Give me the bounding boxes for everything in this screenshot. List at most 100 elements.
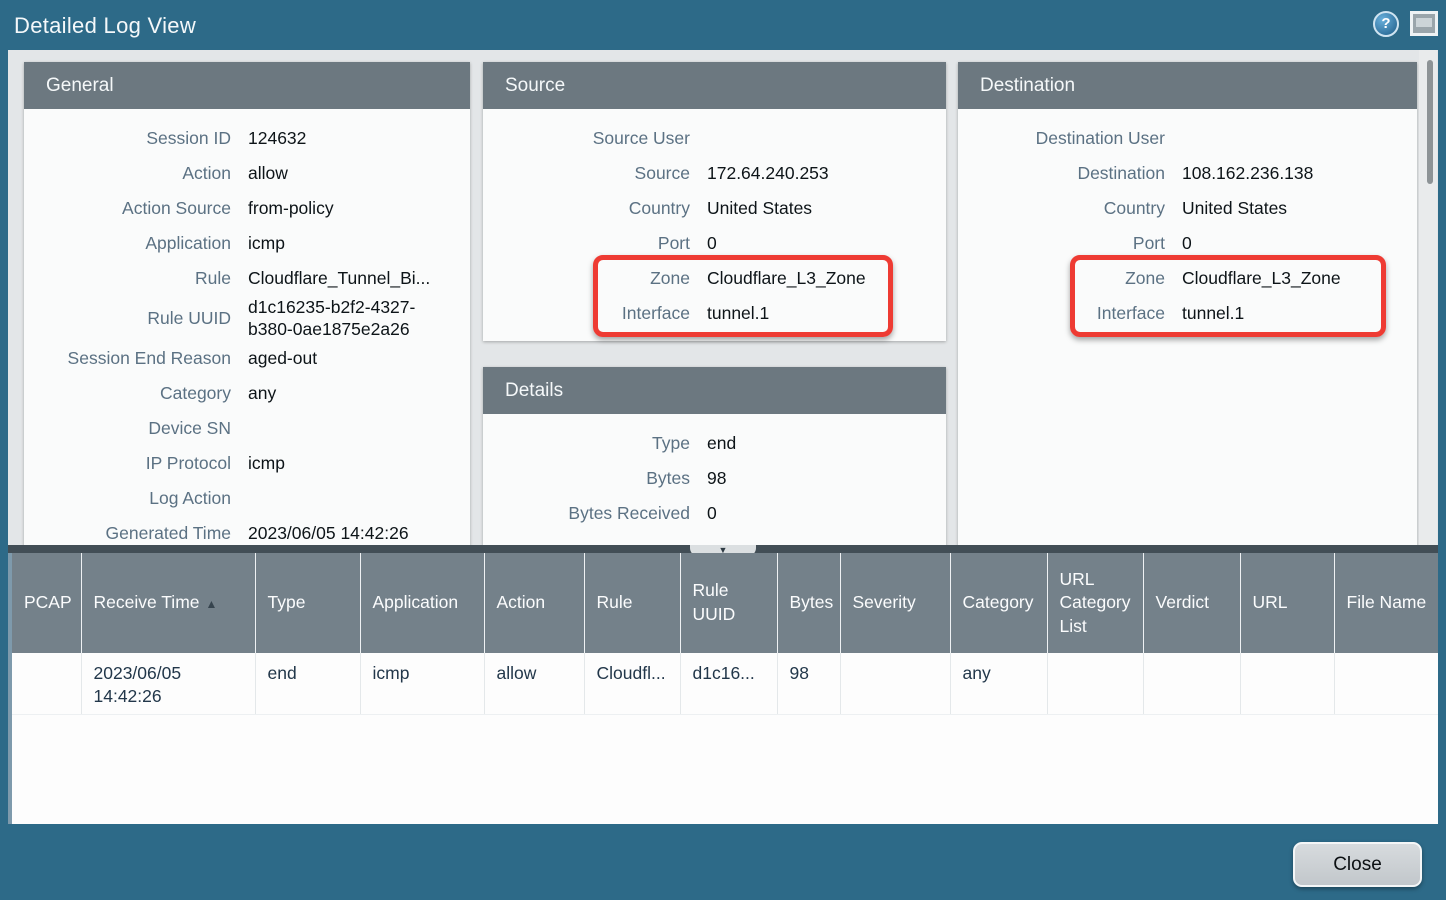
field-label: Log Action xyxy=(24,488,248,509)
field-label: Action Source xyxy=(24,198,248,219)
field-label: Destination User xyxy=(958,128,1182,149)
detail-panels-area: General Session ID 124632 Action allow A… xyxy=(8,50,1438,545)
column-label: Severity xyxy=(853,592,916,612)
field-label: Bytes Received xyxy=(483,503,707,524)
field-value: d1c16235-b2f2-4327-b380-0ae1875e2a26 xyxy=(248,296,470,341)
destination-panel-title: Destination xyxy=(958,62,1417,109)
column-label: Category xyxy=(963,592,1034,612)
field-row-zone: Zone Cloudflare_L3_Zone xyxy=(483,261,946,296)
field-label: Port xyxy=(483,233,707,254)
field-value: 0 xyxy=(707,502,946,524)
field-row-source: Source 172.64.240.253 xyxy=(483,156,946,191)
field-row-country: Country United States xyxy=(958,191,1417,226)
field-row-rule-uuid: Rule UUID d1c16235-b2f2-4327-b380-0ae187… xyxy=(24,296,470,341)
field-row-action: Action allow xyxy=(24,156,470,191)
field-value: tunnel.1 xyxy=(1182,302,1417,324)
window-restore-icon-inner xyxy=(1416,18,1432,27)
field-label: Bytes xyxy=(483,468,707,489)
panels-scrollbar-track[interactable] xyxy=(1419,50,1437,545)
field-row-ip-protocol: IP Protocol icmp xyxy=(24,446,470,481)
field-label: Session ID xyxy=(24,128,248,149)
field-row-bytes-received: Bytes Received 0 xyxy=(483,496,946,531)
column-label: Rule UUID xyxy=(693,580,736,624)
field-row-country: Country United States xyxy=(483,191,946,226)
column-header-category[interactable]: Category xyxy=(950,553,1047,653)
dialog-titlebar: Detailed Log View ? xyxy=(0,0,1446,50)
field-row-destination: Destination 108.162.236.138 xyxy=(958,156,1417,191)
field-value: any xyxy=(248,382,470,404)
log-table-row[interactable]: 2023/06/05 14:42:26 end icmp allow Cloud… xyxy=(12,653,1438,714)
cell-rule: Cloudfl... xyxy=(584,653,680,714)
field-label: Destination xyxy=(958,163,1182,184)
details-panel-title: Details xyxy=(483,367,946,414)
field-row-session-id: Session ID 124632 xyxy=(24,121,470,156)
column-header-rule-uuid[interactable]: Rule UUID xyxy=(680,553,777,653)
window-restore-icon[interactable] xyxy=(1410,11,1438,36)
column-label: Application xyxy=(373,592,459,612)
field-row-interface: Interface tunnel.1 xyxy=(483,296,946,331)
field-value: icmp xyxy=(248,232,470,254)
log-table-area: PCAP Receive Time▲ Type Application Acti… xyxy=(8,553,1438,824)
column-header-receive-time[interactable]: Receive Time▲ xyxy=(81,553,255,653)
field-row-bytes: Bytes 98 xyxy=(483,461,946,496)
field-label: Interface xyxy=(958,303,1182,324)
field-value: icmp xyxy=(248,452,470,474)
log-table: PCAP Receive Time▲ Type Application Acti… xyxy=(12,553,1438,715)
column-label: File Name xyxy=(1347,592,1427,612)
column-header-url[interactable]: URL xyxy=(1240,553,1334,653)
dialog-title: Detailed Log View xyxy=(14,13,196,39)
cell-file-name xyxy=(1334,653,1438,714)
field-label: Source User xyxy=(483,128,707,149)
column-header-application[interactable]: Application xyxy=(360,553,484,653)
column-header-action[interactable]: Action xyxy=(484,553,584,653)
field-value: aged-out xyxy=(248,347,470,369)
column-header-pcap[interactable]: PCAP xyxy=(12,553,81,653)
field-value: United States xyxy=(1182,197,1417,219)
column-header-type[interactable]: Type xyxy=(255,553,360,653)
field-label: Zone xyxy=(958,268,1182,289)
field-value: 2023/06/05 14:42:26 xyxy=(248,522,470,544)
column-label: Action xyxy=(497,592,546,612)
field-row-destination-user: Destination User xyxy=(958,121,1417,156)
field-label: Application xyxy=(24,233,248,254)
column-header-url-category-list[interactable]: URL Category List xyxy=(1047,553,1143,653)
sort-ascending-icon: ▲ xyxy=(206,597,218,611)
field-row-application: Application icmp xyxy=(24,226,470,261)
cell-severity xyxy=(840,653,950,714)
field-label: Rule xyxy=(24,268,248,289)
field-value: from-policy xyxy=(248,197,470,219)
cell-receive-time: 2023/06/05 14:42:26 xyxy=(81,653,255,714)
field-row-device-sn: Device SN xyxy=(24,411,470,446)
panels-scrollbar-thumb[interactable] xyxy=(1427,60,1433,184)
field-row-session-end-reason: Session End Reason aged-out xyxy=(24,341,470,376)
cell-application: icmp xyxy=(360,653,484,714)
column-label: PCAP xyxy=(24,592,72,612)
field-label: Type xyxy=(483,433,707,454)
column-label: URL xyxy=(1253,592,1288,612)
column-label: Bytes xyxy=(790,592,834,612)
source-panel: Source Source User Source 172.64.240.253… xyxy=(483,62,946,341)
close-button[interactable]: Close xyxy=(1293,842,1422,887)
field-label: Source xyxy=(483,163,707,184)
help-icon[interactable]: ? xyxy=(1373,11,1399,37)
column-header-file-name[interactable]: File Name xyxy=(1334,553,1438,653)
field-value: 0 xyxy=(707,232,946,254)
field-row-rule: Rule Cloudflare_Tunnel_Bi... xyxy=(24,261,470,296)
column-header-verdict[interactable]: Verdict xyxy=(1143,553,1240,653)
field-value: 0 xyxy=(1182,232,1417,254)
destination-panel: Destination Destination User Destination… xyxy=(958,62,1417,545)
field-value: Cloudflare_Tunnel_Bi... xyxy=(248,267,470,289)
field-label: Interface xyxy=(483,303,707,324)
field-value: 98 xyxy=(707,467,946,489)
field-row-action-source: Action Source from-policy xyxy=(24,191,470,226)
field-label: Zone xyxy=(483,268,707,289)
column-header-severity[interactable]: Severity xyxy=(840,553,950,653)
field-value: allow xyxy=(248,162,470,184)
field-row-type: Type end xyxy=(483,426,946,461)
column-label: Type xyxy=(268,592,306,612)
column-label: Rule xyxy=(597,592,633,612)
cell-action: allow xyxy=(484,653,584,714)
column-header-rule[interactable]: Rule xyxy=(584,553,680,653)
column-header-bytes[interactable]: Bytes xyxy=(777,553,840,653)
field-row-zone: Zone Cloudflare_L3_Zone xyxy=(958,261,1417,296)
